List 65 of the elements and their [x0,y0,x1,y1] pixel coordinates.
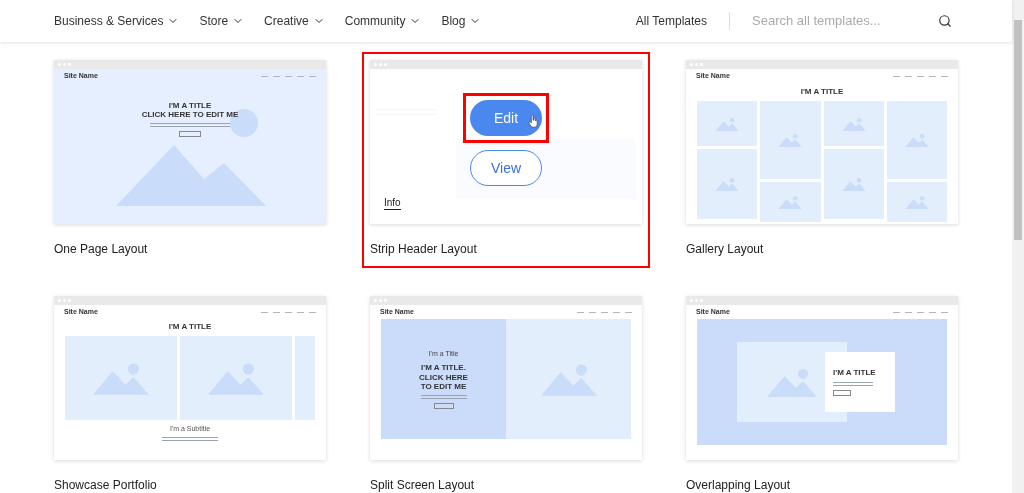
menu-line [613,311,620,313]
image-placeholder-icon [540,362,597,396]
image-placeholder-icon [767,367,817,397]
image-placeholder-icon [904,133,929,148]
menu-line [589,311,596,313]
image-placeholder-icon [778,133,803,148]
menu-line [601,311,608,313]
edit-button[interactable]: Edit [470,100,542,136]
search-field[interactable]: Search all templates... [752,11,932,31]
image-placeholder-icon [715,177,740,192]
menu-line [577,311,584,313]
category-dropdown[interactable]: Blog [441,12,482,30]
menu-line [273,311,280,313]
category-dropdown[interactable]: Community [344,12,422,30]
image-placeholder-icon [841,177,866,192]
menu-line [285,311,292,313]
view-button[interactable]: View [470,150,542,186]
menu-line [297,311,304,313]
template-name[interactable]: Showcase Portfolio [54,478,326,492]
search-icon[interactable] [938,14,952,28]
template-heading: I'M A TITLE [799,87,845,97]
menu-line [309,311,316,313]
menu-line [917,75,924,77]
menu-line [929,311,936,313]
image-placeholder-icon [208,361,264,396]
menu-line [273,75,280,77]
image-placeholder-icon [715,116,740,131]
template-name[interactable]: Overlapping Layout [686,478,958,492]
read-more-button [433,403,454,410]
template-name[interactable]: Strip Header Layout [370,242,642,256]
category-dropdown[interactable]: Store [199,12,245,30]
menu-line [893,75,900,77]
menu-line [941,75,948,77]
menu-line [261,311,268,313]
menu-line [893,311,900,313]
menu-line [917,311,924,313]
read-more-button [179,131,201,138]
template-heading: I'M A TITLE CLICK HERE TO EDIT ME [141,101,239,120]
scrollbar-thumb[interactable] [1014,20,1022,240]
template-name[interactable]: Gallery Layout [686,242,958,256]
template-thumbnail[interactable]: Edit View Info [370,60,642,224]
info-link[interactable]: Info [384,197,401,210]
image-placeholder-icon [778,195,803,210]
image-placeholder-icon [841,116,866,131]
menu-line [905,311,912,313]
category-dropdown[interactable]: Creative [264,12,325,30]
image-placeholder-icon [904,195,929,210]
template-name[interactable]: One Page Layout [54,242,326,256]
category-dropdown[interactable]: Business & Services [54,12,180,30]
all-templates-link[interactable]: All Templates [635,12,707,30]
menu-line [297,75,304,77]
image-placeholder-icon [93,361,149,396]
read-more-button [833,389,851,396]
menu-line [261,75,268,77]
menu-line [309,75,316,77]
hand-cursor-icon [528,114,538,128]
template-name[interactable]: Split Screen Layout [370,478,642,492]
menu-line [929,75,936,77]
template-heading: I'M A TITLE [833,368,877,378]
menu-line [285,75,292,77]
template-heading: I'M A TITLE [167,322,213,332]
menu-line [625,311,632,313]
menu-line [905,75,912,77]
template-heading: I'M A TITLE. CLICK HERE TO EDIT ME [419,363,468,392]
menu-line [941,311,948,313]
